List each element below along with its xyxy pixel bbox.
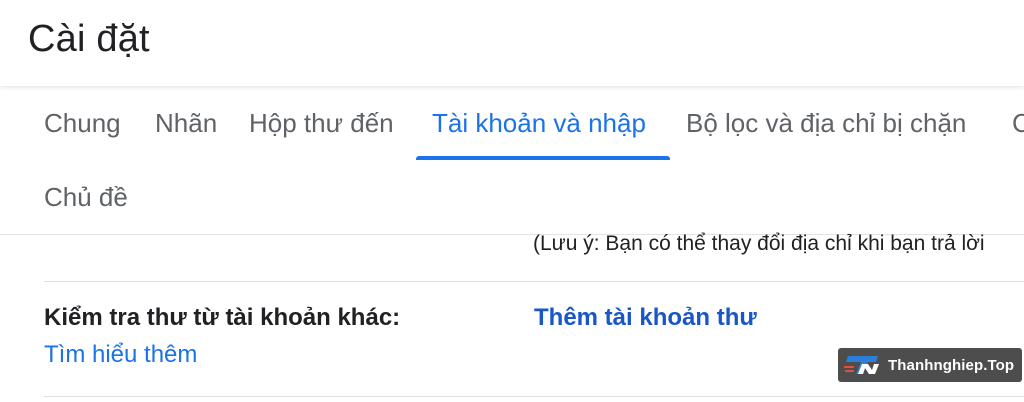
tab-accounts-import[interactable]: Tài khoản và nhập: [432, 108, 646, 139]
watermark-badge: Thanhnghiep.Top: [838, 348, 1022, 382]
settings-tabs: Chung Nhãn Hộp thư đến Tài khoản và nhập…: [0, 86, 1024, 235]
reply-address-note: (Lưu ý: Bạn có thể thay đổi địa chỉ khi …: [533, 232, 985, 255]
row-divider-top: [44, 281, 1024, 282]
tab-truncated[interactable]: C: [1012, 108, 1024, 139]
settings-header: Cài đặt: [0, 0, 1024, 86]
check-mail-label: Kiểm tra thư từ tài khoản khác:: [44, 304, 401, 331]
page-title: Cài đặt: [28, 18, 150, 60]
active-tab-indicator: [416, 156, 670, 160]
tab-themes[interactable]: Chủ đề: [44, 182, 128, 213]
add-mail-account-link[interactable]: Thêm tài khoản thư: [534, 304, 757, 332]
watermark-text: Thanhnghiep.Top: [888, 356, 1015, 374]
tab-labels[interactable]: Nhãn: [155, 108, 217, 139]
tab-filters-blocked[interactable]: Bộ lọc và địa chỉ bị chặn: [686, 108, 966, 139]
tab-inbox[interactable]: Hộp thư đến: [249, 108, 394, 139]
row-divider-bottom: [44, 396, 1024, 397]
tn-logo-icon: [844, 354, 880, 376]
tab-general[interactable]: Chung: [44, 108, 121, 139]
learn-more-link[interactable]: Tìm hiểu thêm: [44, 341, 197, 369]
